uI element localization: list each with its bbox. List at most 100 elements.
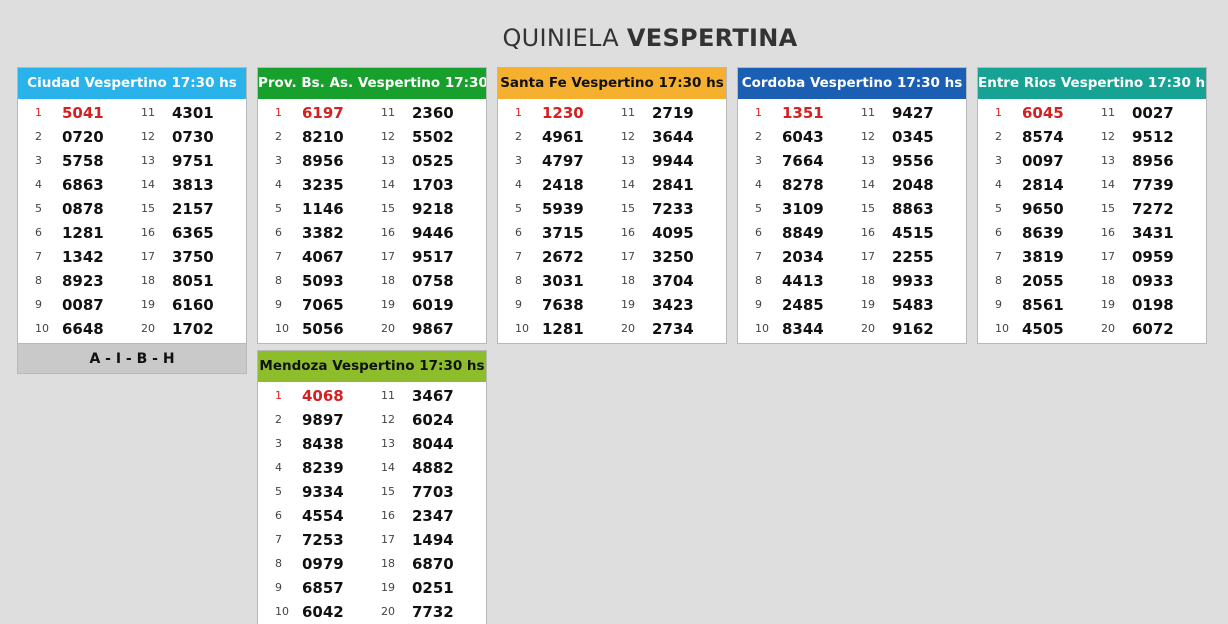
result-number: 8956 (1132, 152, 1174, 170)
result-row: 9 7065 19 6019 (258, 293, 486, 317)
result-row: 8 4413 18 9933 (738, 269, 966, 293)
position-number: 19 (381, 298, 395, 311)
result-row: 9 0087 19 6160 (18, 293, 246, 317)
position-number: 9 (275, 298, 282, 311)
result-number: 8051 (172, 272, 214, 290)
result-row: 8 8923 18 8051 (18, 269, 246, 293)
result-number: 9334 (302, 483, 344, 501)
result-number: 8639 (1022, 224, 1064, 242)
card-header: Santa Fe Vespertino 17:30 hs (498, 68, 726, 99)
position-number: 8 (515, 274, 522, 287)
result-row: 3 8438 13 8044 (258, 432, 486, 456)
position-number: 8 (35, 274, 42, 287)
position-number: 13 (1101, 154, 1115, 167)
result-number: 6042 (302, 603, 344, 621)
result-number: 6019 (412, 296, 454, 314)
position-number: 18 (861, 274, 875, 287)
position-number: 10 (515, 322, 529, 335)
position-number: 19 (141, 298, 155, 311)
card-header: Cordoba Vespertino 17:30 hs (738, 68, 966, 99)
position-number: 15 (621, 202, 635, 215)
position-number: 2 (995, 130, 1002, 143)
result-number: 1146 (302, 200, 344, 218)
result-row: 1 1230 11 2719 (498, 101, 726, 125)
result-number: 8956 (302, 152, 344, 170)
result-row: 4 8278 14 2048 (738, 173, 966, 197)
position-number: 13 (621, 154, 635, 167)
result-number: 9650 (1022, 200, 1064, 218)
position-number: 1 (515, 106, 522, 119)
result-number: 7065 (302, 296, 344, 314)
result-number: 4515 (892, 224, 934, 242)
results-card-cordoba: Cordoba Vespertino 17:30 hs 1 1351 11 9427 2 6… (737, 67, 967, 344)
result-row: 3 8956 13 0525 (258, 149, 486, 173)
position-number: 10 (35, 322, 49, 335)
result-number: 9512 (1132, 128, 1174, 146)
result-number: 2719 (652, 104, 694, 122)
card-header: Entre Rios Vespertino 17:30 hs (978, 68, 1206, 99)
card-results-list: 1 6197 11 2360 2 8210 12 5502 3 8956 13 0525 4 3235 14… (258, 99, 486, 343)
position-number: 10 (995, 322, 1009, 335)
result-row: 2 6043 12 0345 (738, 125, 966, 149)
position-number: 11 (861, 106, 875, 119)
result-number: 3031 (542, 272, 584, 290)
result-number: 7739 (1132, 176, 1174, 194)
result-number: 2485 (782, 296, 824, 314)
result-row: 5 9334 15 7703 (258, 480, 486, 504)
result-number: 0933 (1132, 272, 1174, 290)
position-number: 6 (35, 226, 42, 239)
position-number: 4 (755, 178, 762, 191)
result-number: 0730 (172, 128, 214, 146)
result-row: 10 8344 20 9162 (738, 317, 966, 341)
position-number: 8 (275, 274, 282, 287)
card-results-list: 1 1351 11 9427 2 6043 12 0345 3 7664 13 9556 4 8278 14… (738, 99, 966, 343)
result-row: 8 3031 18 3704 (498, 269, 726, 293)
result-row: 5 3109 15 8863 (738, 197, 966, 221)
position-number: 7 (35, 250, 42, 263)
result-number: 0027 (1132, 104, 1174, 122)
result-number: 7638 (542, 296, 584, 314)
results-card-entre-rios: Entre Rios Vespertino 17:30 hs 1 6045 11 002… (977, 67, 1207, 344)
position-number: 16 (861, 226, 875, 239)
result-number: 0959 (1132, 248, 1174, 266)
result-number: 5093 (302, 272, 344, 290)
position-number: 12 (621, 130, 635, 143)
position-number: 16 (621, 226, 635, 239)
title-light: QUINIELA (502, 24, 619, 52)
result-row: 8 2055 18 0933 (978, 269, 1206, 293)
position-number: 10 (275, 322, 289, 335)
card-results-list: 1 1230 11 2719 2 4961 12 3644 3 4797 13 9944 4 2418 14… (498, 99, 726, 343)
results-card-mendoza: Mendoza Vespertino 17:30 hs 1 4068 11 3467 2 9… (257, 350, 487, 624)
position-number: 3 (275, 437, 282, 450)
position-number: 17 (381, 250, 395, 263)
result-row: 2 0720 12 0730 (18, 125, 246, 149)
result-row: 7 4067 17 9517 (258, 245, 486, 269)
position-number: 13 (381, 154, 395, 167)
result-number: 0097 (1022, 152, 1064, 170)
result-row: 9 6857 19 0251 (258, 576, 486, 600)
result-number: 0758 (412, 272, 454, 290)
position-number: 11 (381, 106, 395, 119)
title-bold: VESPERTINA (626, 24, 798, 52)
result-row: 7 7253 17 1494 (258, 528, 486, 552)
position-number: 13 (141, 154, 155, 167)
result-row: 6 3382 16 9446 (258, 221, 486, 245)
position-number: 13 (861, 154, 875, 167)
result-number: 9218 (412, 200, 454, 218)
position-number: 5 (995, 202, 1002, 215)
result-number: 1702 (172, 320, 214, 338)
result-row: 1 4068 11 3467 (258, 384, 486, 408)
position-number: 6 (275, 226, 282, 239)
position-number: 15 (861, 202, 875, 215)
result-number: 6870 (412, 555, 454, 573)
result-number: 9162 (892, 320, 934, 338)
position-number: 7 (515, 250, 522, 263)
result-number: 1230 (542, 104, 584, 122)
position-number: 7 (755, 250, 762, 263)
result-row: 7 1342 17 3750 (18, 245, 246, 269)
position-number: 18 (381, 274, 395, 287)
position-number: 4 (35, 178, 42, 191)
position-number: 1 (35, 106, 42, 119)
result-number: 6648 (62, 320, 104, 338)
result-row: 1 6045 11 0027 (978, 101, 1206, 125)
